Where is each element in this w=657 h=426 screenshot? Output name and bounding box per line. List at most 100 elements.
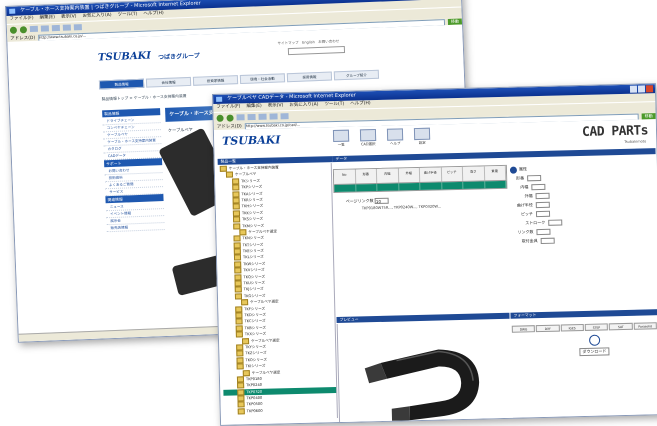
header-links[interactable]: サイトマップ English お問い合わせ <box>278 39 340 46</box>
tree-node[interactable]: TKP0600 <box>224 406 337 415</box>
list-icon <box>332 129 350 143</box>
settings-button[interactable]: 設定 <box>413 127 431 146</box>
favorites-icon[interactable] <box>73 24 82 31</box>
cad-parts-logo: CAD PARTs <box>581 123 649 140</box>
download-icon[interactable] <box>588 334 600 346</box>
back-icon[interactable] <box>216 114 224 122</box>
global-nav: 製品情報 会社情報 投資家情報 環境・社会活動 採用情報 グループ紹介 <box>98 69 380 90</box>
menu-view[interactable]: 表示(V) <box>61 13 77 22</box>
site-search-input[interactable] <box>287 45 346 56</box>
tab-step[interactable]: STEP <box>584 323 609 331</box>
maximize-button[interactable] <box>637 85 646 93</box>
tab-dxf[interactable]: DXF <box>536 324 560 333</box>
ie-icon <box>216 96 223 102</box>
minimize-button[interactable] <box>629 85 638 93</box>
forward-icon[interactable] <box>19 25 28 33</box>
menu-help[interactable]: ヘルプ(H) <box>143 10 164 19</box>
format-tabs: DWG DXF IGES STEP SAT Parasolid <box>511 322 657 333</box>
attribute-input[interactable] <box>540 237 555 245</box>
attribute-input[interactable] <box>548 219 563 226</box>
help-icon <box>386 128 404 141</box>
attribute-label: リンク数 <box>517 229 534 235</box>
link-count-input[interactable]: 10 <box>374 197 389 205</box>
sidebar-item[interactable]: 販売店情報 <box>106 223 165 233</box>
home-icon[interactable] <box>258 113 267 120</box>
search-icon[interactable] <box>269 113 278 120</box>
nav-investors[interactable]: 投資家情報 <box>192 75 239 86</box>
tab-parasolid[interactable]: Parasolid <box>633 322 657 330</box>
help-button[interactable]: ヘルプ <box>386 128 404 146</box>
search-icon[interactable] <box>62 24 71 31</box>
download-button[interactable]: ダウンロード <box>579 347 610 357</box>
menu-file[interactable]: ファイル(F) <box>9 15 33 24</box>
menu-favorites[interactable]: お気に入り(A) <box>82 12 111 21</box>
section-lead: ケーブルベヤ <box>167 126 193 133</box>
menu-edit[interactable]: 編集(E) <box>39 14 56 23</box>
attribute-input[interactable] <box>535 192 550 200</box>
cad-icon <box>359 129 377 142</box>
back-icon[interactable] <box>9 26 18 34</box>
menu-view[interactable]: 表示(V) <box>268 102 284 110</box>
breadcrumb[interactable]: 製品情報トップ > ケーブル・ホース支持案内装置 <box>102 93 187 102</box>
cad-select-button[interactable]: CAD選択 <box>359 129 377 147</box>
column-header[interactable]: 形番 <box>355 168 378 184</box>
column-header[interactable]: 質量 <box>484 165 507 181</box>
column-header[interactable]: 曲げ半径 <box>419 167 442 182</box>
data-grid: No 形番 内幅 外幅 曲げ半径 ピッチ 高さ 質量 <box>332 164 508 194</box>
nav-group[interactable]: グループ紹介 <box>333 69 380 81</box>
list-view-button[interactable]: 一覧 <box>332 129 350 148</box>
attribute-label: 形番 <box>516 175 525 181</box>
attribute-label: ストローク <box>525 219 546 226</box>
attribute-input[interactable] <box>527 174 542 182</box>
tab-dwg[interactable]: DWG <box>511 325 536 333</box>
attribute-input[interactable] <box>531 183 546 191</box>
refresh-icon[interactable] <box>40 25 50 32</box>
refresh-icon[interactable] <box>247 113 256 121</box>
menu-favorites[interactable]: お気に入り(A) <box>289 101 318 110</box>
menu-tools[interactable]: ツール(T) <box>324 101 344 109</box>
menu-file[interactable]: ファイル(F) <box>216 103 240 112</box>
favorites-icon[interactable] <box>280 113 289 120</box>
column-header[interactable]: ピッチ <box>441 166 464 182</box>
nav-csr[interactable]: 環境・社会活動 <box>239 73 286 85</box>
gear-icon <box>413 127 431 141</box>
column-header[interactable]: No <box>333 169 356 185</box>
sidebar: 製品情報 ドライブチェーン コンベヤチェーン ケーブルベヤ ケーブル・ホース支持… <box>102 108 165 233</box>
column-header[interactable]: 高さ <box>462 166 485 181</box>
nav-recruit[interactable]: 採用情報 <box>286 71 333 83</box>
product-tree: ケーブル・ホース支持案内装置 ケーブルベヤ TKシリーズ TKPシリーズ TKAシリーズ… <box>217 163 338 421</box>
attribute-input[interactable] <box>535 210 551 218</box>
attribute-panel: 属性 形番 内幅 外幅 曲げ半径 ピッチ ストローク リンク数 取付金具 <box>509 161 654 314</box>
menu-help[interactable]: ヘルプ(H) <box>350 100 371 108</box>
attribute-input[interactable] <box>535 201 550 209</box>
info-icon <box>509 166 518 174</box>
cad-parts-subtitle: Tsubakimoto <box>624 139 647 144</box>
tsubaki-logo[interactable]: TSUBAKI <box>98 50 151 63</box>
nav-products[interactable]: 製品情報 <box>98 78 145 90</box>
column-header[interactable]: 外幅 <box>398 167 421 183</box>
3d-preview[interactable] <box>336 319 514 426</box>
grid-header: データ <box>332 148 656 163</box>
attribute-input[interactable] <box>536 228 551 236</box>
window-title: ケーブルベヤ CADデータ - Microsoft Internet Explo… <box>227 92 356 102</box>
stop-icon[interactable] <box>236 114 245 121</box>
nav-company[interactable]: 会社情報 <box>145 76 192 88</box>
menu-edit[interactable]: 編集(E) <box>246 103 262 111</box>
tab-iges[interactable]: IGES <box>560 323 584 332</box>
column-header[interactable]: 内幅 <box>376 168 399 183</box>
download-area: ダウンロード <box>579 334 610 357</box>
stop-icon[interactable] <box>29 25 39 33</box>
attribute-label: 内幅 <box>520 184 529 190</box>
ie-icon <box>9 8 16 14</box>
tab-sat[interactable]: SAT <box>609 322 633 331</box>
browser-window-cad: ケーブルベヤ CADデータ - Microsoft Internet Explo… <box>212 83 657 426</box>
cad-app: TSUBAKI 一覧 CAD選択 ヘルプ 設定 CAD PARTs Tsubak… <box>213 119 657 426</box>
tsubaki-logo: TSUBAKI <box>221 133 281 148</box>
cable-carrier-3d-model <box>364 349 480 423</box>
home-icon[interactable] <box>51 24 60 32</box>
menu-tools[interactable]: ツール(T) <box>117 11 137 20</box>
forward-icon[interactable] <box>226 113 234 122</box>
close-button[interactable] <box>645 85 654 93</box>
attribute-label: 曲げ半径 <box>516 202 533 208</box>
attribute-label: 外幅 <box>524 193 533 199</box>
